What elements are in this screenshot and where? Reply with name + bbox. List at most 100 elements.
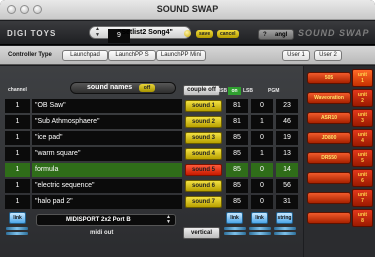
setlist-name: "Setlist2 Song4" — [118, 29, 173, 36]
channel-cell[interactable]: 1 — [5, 163, 30, 177]
msb-cell[interactable]: 85 — [226, 195, 248, 209]
table-row[interactable]: 1 "electric sequence" sound 6 85 0 56 — [5, 179, 301, 193]
tab-user-1[interactable]: User 1 — [282, 50, 310, 61]
channel-cell[interactable]: 1 — [5, 147, 30, 161]
link-indicator-stripe — [249, 227, 271, 230]
save-button[interactable]: save — [196, 30, 214, 38]
lsb-cell[interactable]: 0 — [251, 99, 273, 113]
midi-port-select[interactable]: MIDISPORT 2x2 Port B ▲ ▼ — [36, 214, 176, 226]
pgm-cell[interactable]: 23 — [276, 99, 298, 113]
sound-names-toggle[interactable]: off — [139, 84, 155, 92]
sound-name-field[interactable]: "ice pad" — [32, 131, 182, 145]
help-angl-button[interactable]: ? angl — [258, 29, 294, 40]
link-indicator-stripe — [274, 227, 296, 230]
unit-select-button[interactable]: unit 4 — [352, 129, 373, 147]
pgm-cell[interactable]: 19 — [276, 131, 298, 145]
lsb-cell[interactable]: 1 — [251, 115, 273, 129]
tab-user-2[interactable]: User 2 — [314, 50, 342, 61]
unit-name-button[interactable] — [307, 172, 351, 184]
tab-launchpad[interactable]: Launchpad — [62, 50, 108, 61]
unit-row[interactable]: DR550 unit 5 — [307, 149, 373, 167]
sound-button[interactable]: sound 6 — [185, 180, 222, 192]
tab-launchpp-s[interactable]: LaunchPP S — [108, 50, 156, 61]
msb-cell[interactable]: 81 — [226, 115, 248, 129]
cancel-button[interactable]: cancel — [217, 30, 239, 38]
channel-cell[interactable]: 1 — [5, 131, 30, 145]
unit-name-button[interactable]: Waveoration — [307, 92, 351, 104]
msb-cell[interactable]: 81 — [226, 99, 248, 113]
msb-cell[interactable]: 85 — [226, 147, 248, 161]
lsb-cell[interactable]: 0 — [251, 195, 273, 209]
help-icon[interactable]: ? — [263, 30, 267, 40]
sound-name-field[interactable]: "Sub Athmosphaere" — [32, 115, 182, 129]
table-row[interactable]: 1 "OB Saw" sound 1 81 0 23 — [5, 99, 301, 113]
sound-name-field[interactable]: "electric sequence" — [32, 179, 182, 193]
channel-cell[interactable]: 1 — [5, 179, 30, 193]
couple-toggle-button[interactable]: couple off — [183, 85, 220, 96]
vertical-toggle-button[interactable]: vertical — [183, 227, 220, 239]
unit-select-button[interactable]: unit 5 — [352, 149, 373, 167]
msb-on-indicator[interactable]: on — [228, 87, 241, 95]
unit-select-button[interactable]: unit 7 — [352, 189, 373, 207]
sound-button[interactable]: sound 1 — [185, 100, 222, 112]
channel-cell[interactable]: 1 — [5, 115, 30, 129]
lsb-cell[interactable]: 0 — [251, 131, 273, 145]
unit-select-button[interactable]: unit 6 — [352, 169, 373, 187]
channel-link-button[interactable]: link — [9, 212, 26, 224]
lsb-cell[interactable]: 0 — [251, 163, 273, 177]
sound-button[interactable]: sound 2 — [185, 116, 222, 128]
table-row[interactable]: 1 "ice pad" sound 3 85 0 19 — [5, 131, 301, 145]
unit-select-button[interactable]: unit 1 — [352, 69, 373, 87]
unit-name-button[interactable] — [307, 192, 351, 204]
link-indicator-stripe — [224, 232, 246, 235]
status-light-icon — [184, 30, 191, 37]
unit-name-button[interactable]: DR550 — [307, 152, 351, 164]
unit-name-button[interactable]: JD800 — [307, 132, 351, 144]
sound-button[interactable]: sound 4 — [185, 148, 222, 160]
unit-name-button[interactable] — [307, 212, 351, 224]
table-row[interactable]: 1 "warm square" sound 4 85 1 13 — [5, 147, 301, 161]
pgm-cell[interactable]: 31 — [276, 195, 298, 209]
sound-name-field[interactable]: "warm square" — [32, 147, 182, 161]
tab-launchpp-mini[interactable]: LaunchPP Mini — [156, 50, 206, 61]
pgm-cell[interactable]: 46 — [276, 115, 298, 129]
controller-type-label: Controller Type — [8, 52, 52, 58]
pgm-string-button[interactable]: string — [276, 212, 293, 224]
unit-select-button[interactable]: unit 2 — [352, 89, 373, 107]
sound-button[interactable]: sound 7 — [185, 196, 222, 208]
msb-cell[interactable]: 85 — [226, 179, 248, 193]
link-indicator-stripe — [6, 232, 28, 235]
sound-button[interactable]: sound 3 — [185, 132, 222, 144]
sound-name-field[interactable]: formula — [32, 163, 182, 177]
msb-cell[interactable]: 85 — [226, 163, 248, 177]
pgm-cell[interactable]: 13 — [276, 147, 298, 161]
channel-cell[interactable]: 1 — [5, 99, 30, 113]
unit-row[interactable]: unit 6 — [307, 169, 373, 187]
msb-link-button[interactable]: link — [226, 212, 243, 224]
table-row[interactable]: 1 "halo pad 2" sound 7 85 0 31 — [5, 195, 301, 209]
table-row[interactable]: 1 "Sub Athmosphaere" sound 2 81 1 46 — [5, 115, 301, 129]
table-row-selected[interactable]: 1 formula sound 5 85 0 14 — [5, 163, 301, 177]
unit-select-button[interactable]: unit 8 — [352, 209, 373, 227]
unit-name-button[interactable]: 505 — [307, 72, 351, 84]
setlist-selector[interactable]: ▲ ▼ 9 "Setlist2 Song4" — [89, 26, 191, 43]
sound-button-active[interactable]: sound 5 — [185, 164, 222, 176]
unit-select-button[interactable]: unit 3 — [352, 109, 373, 127]
unit-name-button[interactable]: ASR10 — [307, 112, 351, 124]
unit-row[interactable]: ASR10 unit 3 — [307, 109, 373, 127]
lsb-link-button[interactable]: link — [251, 212, 268, 224]
unit-row[interactable]: 505 unit 1 — [307, 69, 373, 87]
unit-row[interactable]: Waveoration unit 2 — [307, 89, 373, 107]
channel-cell[interactable]: 1 — [5, 195, 30, 209]
lsb-cell[interactable]: 0 — [251, 179, 273, 193]
sound-name-field[interactable]: "halo pad 2" — [32, 195, 182, 209]
unit-row[interactable]: JD800 unit 4 — [307, 129, 373, 147]
setlist-stepper-icon[interactable]: ▲ ▼ — [95, 26, 100, 38]
pgm-cell[interactable]: 14 — [276, 163, 298, 177]
unit-row[interactable]: unit 7 — [307, 189, 373, 207]
msb-cell[interactable]: 85 — [226, 131, 248, 145]
unit-row[interactable]: unit 8 — [307, 209, 373, 227]
pgm-cell[interactable]: 56 — [276, 179, 298, 193]
sound-name-field[interactable]: "OB Saw" — [32, 99, 182, 113]
lsb-cell[interactable]: 1 — [251, 147, 273, 161]
